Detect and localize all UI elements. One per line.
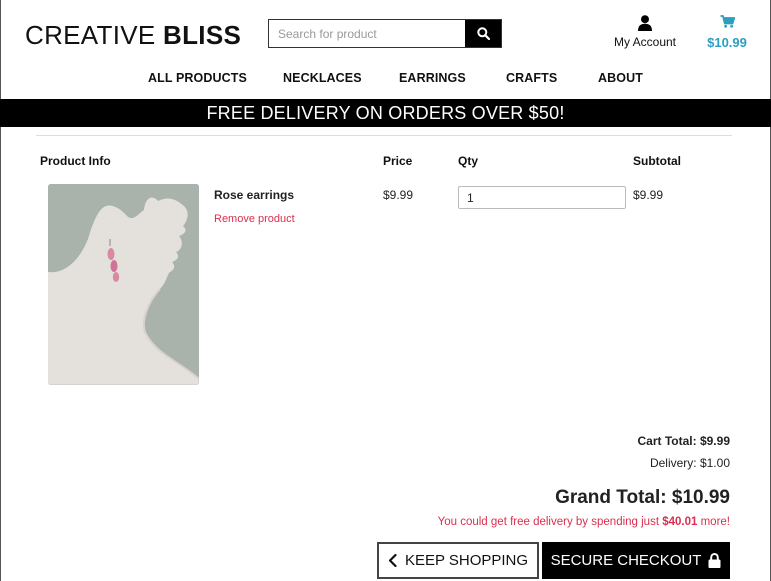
header-product-info: Product Info (40, 154, 111, 168)
header-price: Price (383, 154, 413, 168)
product-name[interactable]: Rose earrings (214, 188, 294, 202)
product-image[interactable] (48, 184, 199, 385)
nav-all-products[interactable]: ALL PRODUCTS (148, 71, 247, 85)
user-icon (638, 15, 652, 31)
product-price: $9.99 (383, 188, 414, 202)
search-button[interactable] (465, 20, 501, 47)
remove-product-link[interactable]: Remove product (214, 213, 295, 225)
main-nav: ALL PRODUCTS NECKLACES EARRINGS CRAFTS A… (0, 71, 771, 89)
earring-bust-image (48, 184, 199, 385)
free-delivery-banner: FREE DELIVERY ON ORDERS OVER $50! (0, 99, 771, 127)
nav-crafts[interactable]: CRAFTS (506, 71, 557, 85)
cart-total-label: $10.99 (707, 35, 747, 50)
header-subtotal: Subtotal (633, 154, 681, 168)
search-input[interactable] (269, 20, 465, 47)
grand-total: Grand Total: $10.99 (555, 487, 730, 508)
my-account-link[interactable]: My Account (611, 15, 679, 49)
nav-about[interactable]: ABOUT (598, 71, 643, 85)
lock-icon (708, 553, 721, 568)
search-icon (476, 27, 490, 40)
logo-text-creative: CREATIVE (25, 20, 156, 50)
keep-shopping-label: KEEP SHOPPING (404, 552, 529, 569)
nav-earrings[interactable]: EARRINGS (399, 71, 466, 85)
keep-shopping-button[interactable]: KEEP SHOPPING (377, 542, 539, 579)
cart-icon (720, 15, 735, 28)
search-bar (268, 19, 502, 48)
logo-text-bliss: BLISS (163, 20, 242, 50)
cart-total: Cart Total: $9.99 (637, 434, 730, 448)
divider (36, 135, 732, 136)
nav-necklaces[interactable]: NECKLACES (283, 71, 362, 85)
free-delivery-message: You could get free delivery by spending … (438, 516, 730, 528)
free-delivery-amount: $40.01 (662, 516, 698, 528)
cart-link[interactable]: $10.99 (702, 15, 752, 50)
delivery-cost: Delivery: $1.00 (649, 456, 730, 470)
product-subtotal: $9.99 (633, 188, 664, 202)
free-delivery-suffix: more! (697, 516, 730, 528)
my-account-label: My Account (613, 35, 677, 49)
chevron-left-icon (388, 554, 397, 567)
quantity-input[interactable] (458, 186, 626, 209)
secure-checkout-button[interactable]: SECURE CHECKOUT (542, 542, 730, 579)
site-logo[interactable]: CREATIVE BLISS (25, 20, 241, 51)
header-qty: Qty (458, 154, 479, 168)
secure-checkout-label: SECURE CHECKOUT (550, 552, 702, 569)
free-delivery-prefix: You could get free delivery by spending … (437, 516, 663, 528)
